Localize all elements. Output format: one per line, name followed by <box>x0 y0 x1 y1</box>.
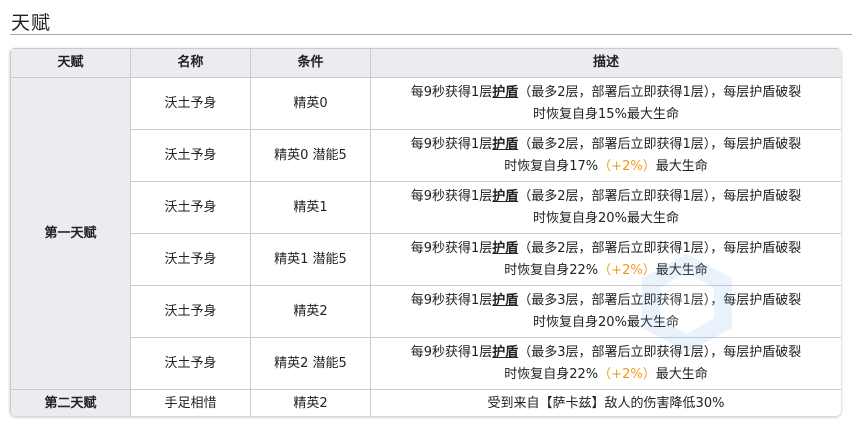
talent-name: 沃土予身 <box>130 129 251 182</box>
potential-bonus: （+2%） <box>598 158 656 174</box>
talent-condition: 精英0 <box>250 77 371 130</box>
shield-keyword-link[interactable]: 护盾 <box>492 85 518 100</box>
talent-condition: 精英1 潜能5 <box>250 233 371 286</box>
table-row: 沃土予身 精英1 潜能5 每9秒获得1层护盾（最多2层，部署后立即获得1层），每… <box>11 233 841 286</box>
header-description: 描述 <box>370 48 841 78</box>
table-header-row: 天赋 名称 条件 描述 <box>10 48 841 78</box>
table-row: 沃土予身 精英2 潜能5 每9秒获得1层护盾（最多3层，部署后立即获得1层），每… <box>11 337 841 390</box>
talent-table-container: 天赋 名称 条件 描述 第一天赋 沃土予身 精英0 每9秒获得1层护盾（最多2层… <box>10 48 841 416</box>
talent-description: 每9秒获得1层护盾（最多2层，部署后立即获得1层），每层护盾破裂 时恢复自身20… <box>370 181 841 234</box>
talent-name: 手足相惜 <box>130 389 251 416</box>
shield-keyword-link[interactable]: 护盾 <box>492 241 518 256</box>
talent-name: 沃土予身 <box>130 77 251 130</box>
table-row: 沃土予身 精英0 潜能5 每9秒获得1层护盾（最多2层，部署后立即获得1层），每… <box>11 129 841 182</box>
talent-description: 每9秒获得1层护盾（最多2层，部署后立即获得1层），每层护盾破裂 时恢复自身22… <box>370 233 841 286</box>
talent-group-label-2: 第二天赋 <box>10 389 131 416</box>
shield-keyword-link[interactable]: 护盾 <box>492 293 518 308</box>
table-row: 第一天赋 沃土予身 精英0 每9秒获得1层护盾（最多2层，部署后立即获得1层），… <box>10 77 841 390</box>
talent-name: 沃土予身 <box>130 337 251 390</box>
potential-bonus: （+2%） <box>598 262 656 278</box>
header-condition: 条件 <box>250 48 371 78</box>
potential-bonus: （+2%） <box>598 366 656 382</box>
talent-condition: 精英2 <box>250 285 371 338</box>
shield-keyword-link[interactable]: 护盾 <box>492 189 518 204</box>
shield-keyword-link[interactable]: 护盾 <box>492 345 518 360</box>
talent-table: 天赋 名称 条件 描述 第一天赋 沃土予身 精英0 每9秒获得1层护盾（最多2层… <box>10 48 841 416</box>
talent-condition: 精英1 <box>250 181 371 234</box>
talent-condition: 精英2 潜能5 <box>250 337 371 390</box>
talent-table-body: 第一天赋 沃土予身 精英0 每9秒获得1层护盾（最多2层，部署后立即获得1层），… <box>10 77 841 416</box>
shield-keyword-link[interactable]: 护盾 <box>492 137 518 152</box>
talent-description: 受到来自【萨卡兹】敌人的伤害降低30% <box>370 389 841 416</box>
talent-description: 每9秒获得1层护盾（最多2层，部署后立即获得1层），每层护盾破裂 时恢复自身15… <box>370 77 841 130</box>
talent-condition: 精英2 <box>250 389 371 416</box>
talent-description: 每9秒获得1层护盾（最多3层，部署后立即获得1层），每层护盾破裂 时恢复自身22… <box>370 337 841 390</box>
table-row: 沃土予身 精英2 每9秒获得1层护盾（最多3层，部署后立即获得1层），每层护盾破… <box>11 285 841 338</box>
table-row: 第二天赋 手足相惜 精英2 受到来自【萨卡兹】敌人的伤害降低30% <box>10 389 841 416</box>
talent-description: 每9秒获得1层护盾（最多2层，部署后立即获得1层），每层护盾破裂 时恢复自身17… <box>370 129 841 182</box>
talent-name: 沃土予身 <box>130 181 251 234</box>
header-name: 名称 <box>130 48 251 78</box>
table-row: 沃土予身 精英1 每9秒获得1层护盾（最多2层，部署后立即获得1层），每层护盾破… <box>11 181 841 234</box>
talent-name: 沃土予身 <box>130 285 251 338</box>
talent-condition: 精英0 潜能5 <box>250 129 371 182</box>
header-talent: 天赋 <box>10 48 131 78</box>
talent-group-label-1: 第一天赋 <box>10 77 131 390</box>
title-divider <box>10 34 852 35</box>
talent-description: 每9秒获得1层护盾（最多3层，部署后立即获得1层），每层护盾破裂 时恢复自身20… <box>370 285 841 338</box>
talent-name: 沃土予身 <box>130 233 251 286</box>
page-title: 天赋 <box>11 12 52 34</box>
